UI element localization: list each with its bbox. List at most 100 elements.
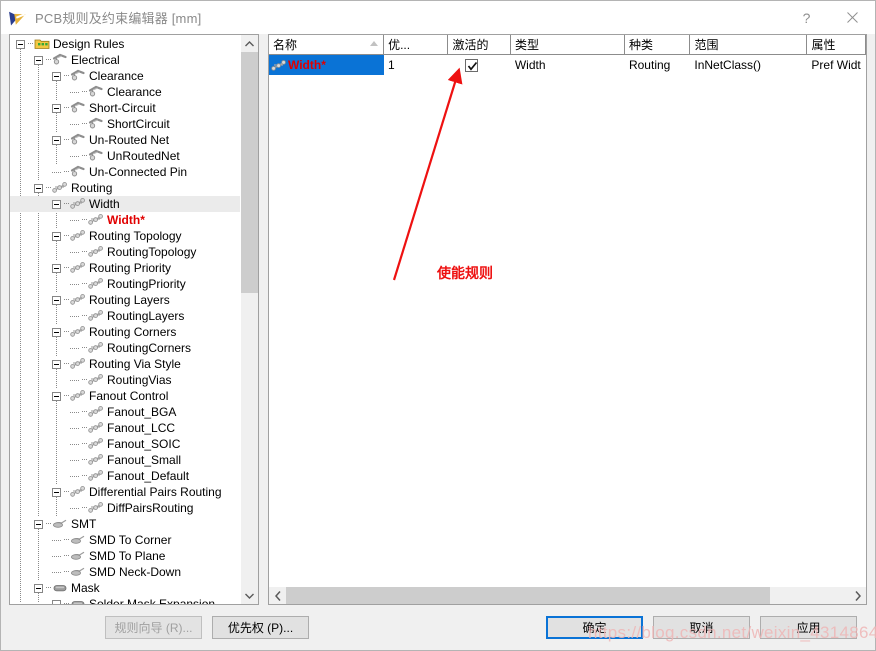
tree-item-un-routed-net[interactable]: Un-Routed Net <box>10 132 240 148</box>
grid-header-type[interactable]: 类型 <box>511 35 626 54</box>
tree-item-electrical[interactable]: Electrical <box>10 52 240 68</box>
cell-scope[interactable]: InNetClass() <box>690 55 807 75</box>
cancel-button[interactable]: 取消 <box>653 616 750 639</box>
rules-scroll-thumb[interactable] <box>286 587 771 604</box>
tree-item-width[interactable]: Width* <box>10 212 240 228</box>
tree-item-un-connected-pin[interactable]: Un-Connected Pin <box>10 164 240 180</box>
tree-item-routingcorners[interactable]: RoutingCorners <box>10 340 240 356</box>
tree-item-fanout-small[interactable]: Fanout_Small <box>10 452 240 468</box>
collapse-icon[interactable] <box>52 295 61 305</box>
mask-icon <box>53 585 67 592</box>
electrical-icon <box>88 117 104 131</box>
tree-item-routingtopology[interactable]: RoutingTopology <box>10 244 240 260</box>
apply-button[interactable]: 应用 <box>760 616 857 639</box>
tree-item-fanout-bga[interactable]: Fanout_BGA <box>10 404 240 420</box>
collapse-icon[interactable] <box>52 599 61 604</box>
smt-icon <box>70 551 85 560</box>
tree-item-routing-via-style[interactable]: Routing Via Style <box>10 356 240 372</box>
cell-attr[interactable]: Pref Widt <box>807 55 866 75</box>
tree-item-design-rules[interactable]: Design Rules <box>10 36 240 52</box>
scroll-up-icon[interactable] <box>241 35 258 52</box>
grid-header-name[interactable]: 名称 <box>269 35 385 54</box>
tree-item-routinglayers[interactable]: RoutingLayers <box>10 308 240 324</box>
tree-scroll-thumb[interactable] <box>241 52 258 293</box>
cell-active[interactable] <box>448 55 510 75</box>
dialog-footer: 规则向导 (R)... 优先权 (P)... 确定 取消 应用 <box>1 605 875 650</box>
tree-item-differential-pairs-routing[interactable]: Differential Pairs Routing <box>10 484 240 500</box>
table-row[interactable]: Width* 1 Width Routing InNetClass() Pref Widt <box>269 55 866 75</box>
collapse-icon[interactable] <box>34 583 43 593</box>
cell-name[interactable]: Width* <box>269 55 385 75</box>
tree-item-unroutednet[interactable]: UnRoutedNet <box>10 148 240 164</box>
rule-wizard-button[interactable]: 规则向导 (R)... <box>105 616 202 639</box>
collapse-icon[interactable] <box>52 199 61 209</box>
grid-header-scope[interactable]: 范围 <box>690 35 808 54</box>
tree-item-shortcircuit[interactable]: ShortCircuit <box>10 116 240 132</box>
rules-horizontal-scrollbar[interactable] <box>269 586 866 604</box>
tree-item-fanout-soic[interactable]: Fanout_SOIC <box>10 436 240 452</box>
tree-item-fanout-default[interactable]: Fanout_Default <box>10 468 240 484</box>
cell-kind[interactable]: Routing <box>625 55 690 75</box>
tree-item-solder-mask-expansion[interactable]: Solder Mask Expansion <box>10 596 240 604</box>
grid-header-pri[interactable]: 优... <box>384 35 449 54</box>
tree-item-routingpriority[interactable]: RoutingPriority <box>10 276 240 292</box>
grid-header-kind[interactable]: 种类 <box>625 35 691 54</box>
tree-connector <box>70 424 79 433</box>
tree-item-routing-layers[interactable]: Routing Layers <box>10 292 240 308</box>
collapse-icon[interactable] <box>52 391 61 401</box>
tree-connector <box>70 280 79 289</box>
ok-button[interactable]: 确定 <box>546 616 643 639</box>
tree-item-routing-topology[interactable]: Routing Topology <box>10 228 240 244</box>
tree-item-routing-priority[interactable]: Routing Priority <box>10 260 240 276</box>
tree-connector <box>70 216 79 225</box>
grid-header-active[interactable]: 激活的 <box>448 35 511 54</box>
tree-vertical-scrollbar[interactable] <box>240 35 258 604</box>
priority-button[interactable]: 优先权 (P)... <box>212 616 309 639</box>
tree-item-label: Fanout_Default <box>107 469 190 483</box>
tree-item-routing[interactable]: Routing <box>10 180 240 196</box>
tree-item-smd-to-plane[interactable]: SMD To Plane <box>10 548 240 564</box>
routing-icon <box>88 470 103 481</box>
collapse-icon[interactable] <box>52 487 61 497</box>
collapse-icon[interactable] <box>16 39 25 49</box>
collapse-icon[interactable] <box>34 183 43 193</box>
help-icon[interactable]: ? <box>784 1 829 34</box>
tree-item-smt[interactable]: SMT <box>10 516 240 532</box>
rules-scroll-track[interactable] <box>286 587 849 604</box>
smt-icon <box>52 517 68 531</box>
close-icon[interactable] <box>829 1 875 34</box>
design-rules-tree[interactable]: Design Rules Electrical Clearance Clearance… <box>10 35 240 604</box>
tree-item-clearance[interactable]: Clearance <box>10 84 240 100</box>
tree-item-routingvias[interactable]: RoutingVias <box>10 372 240 388</box>
scroll-down-icon[interactable] <box>241 587 258 604</box>
collapse-icon[interactable] <box>52 135 61 145</box>
enable-rule-checkbox[interactable] <box>465 58 479 72</box>
rules-grid-body[interactable]: Width* 1 Width Routing InNetClass() Pref Widt <box>269 55 866 586</box>
tree-item-width[interactable]: Width <box>10 196 240 212</box>
tree-item-smd-to-corner[interactable]: SMD To Corner <box>10 532 240 548</box>
collapse-icon[interactable] <box>34 519 43 529</box>
tree-item-fanout-lcc[interactable]: Fanout_LCC <box>10 420 240 436</box>
scroll-left-icon[interactable] <box>269 587 286 604</box>
collapse-icon[interactable] <box>52 231 61 241</box>
tree-item-short-circuit[interactable]: Short-Circuit <box>10 100 240 116</box>
grid-header-attr[interactable]: 属性 <box>807 35 866 54</box>
tree-item-smd-neck-down[interactable]: SMD Neck-Down <box>10 564 240 580</box>
collapse-icon[interactable] <box>52 327 61 337</box>
tree-item-mask[interactable]: Mask <box>10 580 240 596</box>
tree-item-label: Un-Routed Net <box>89 133 170 147</box>
cell-type[interactable]: Width <box>511 55 625 75</box>
tree-item-clearance[interactable]: Clearance <box>10 68 240 84</box>
tree-item-diffpairsrouting[interactable]: DiffPairsRouting <box>10 500 240 516</box>
tree-scroll-track[interactable] <box>241 52 258 587</box>
cell-pri[interactable]: 1 <box>384 55 448 75</box>
collapse-icon[interactable] <box>52 359 61 369</box>
tree-item-routing-corners[interactable]: Routing Corners <box>10 324 240 340</box>
collapse-icon[interactable] <box>52 103 61 113</box>
tree-item-fanout-control[interactable]: Fanout Control <box>10 388 240 404</box>
collapse-icon[interactable] <box>52 71 61 81</box>
collapse-icon[interactable] <box>34 55 43 65</box>
tree-connector <box>70 472 79 481</box>
collapse-icon[interactable] <box>52 263 61 273</box>
scroll-right-icon[interactable] <box>849 587 866 604</box>
